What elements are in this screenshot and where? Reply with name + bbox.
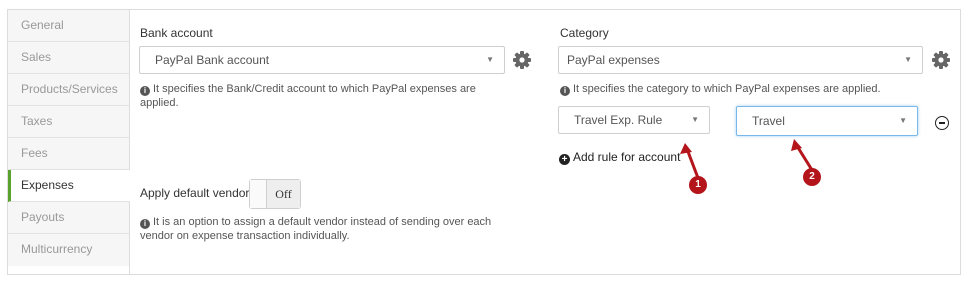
annotation-arrows (680, 139, 814, 179)
annotation-badge-1: 1 (689, 176, 707, 194)
annotation-badge-2: 2 (803, 168, 821, 186)
annotation-arrow-2 (795, 145, 814, 171)
annotation-arrowhead-1 (680, 143, 692, 154)
annotation-arrow-1 (685, 148, 700, 179)
